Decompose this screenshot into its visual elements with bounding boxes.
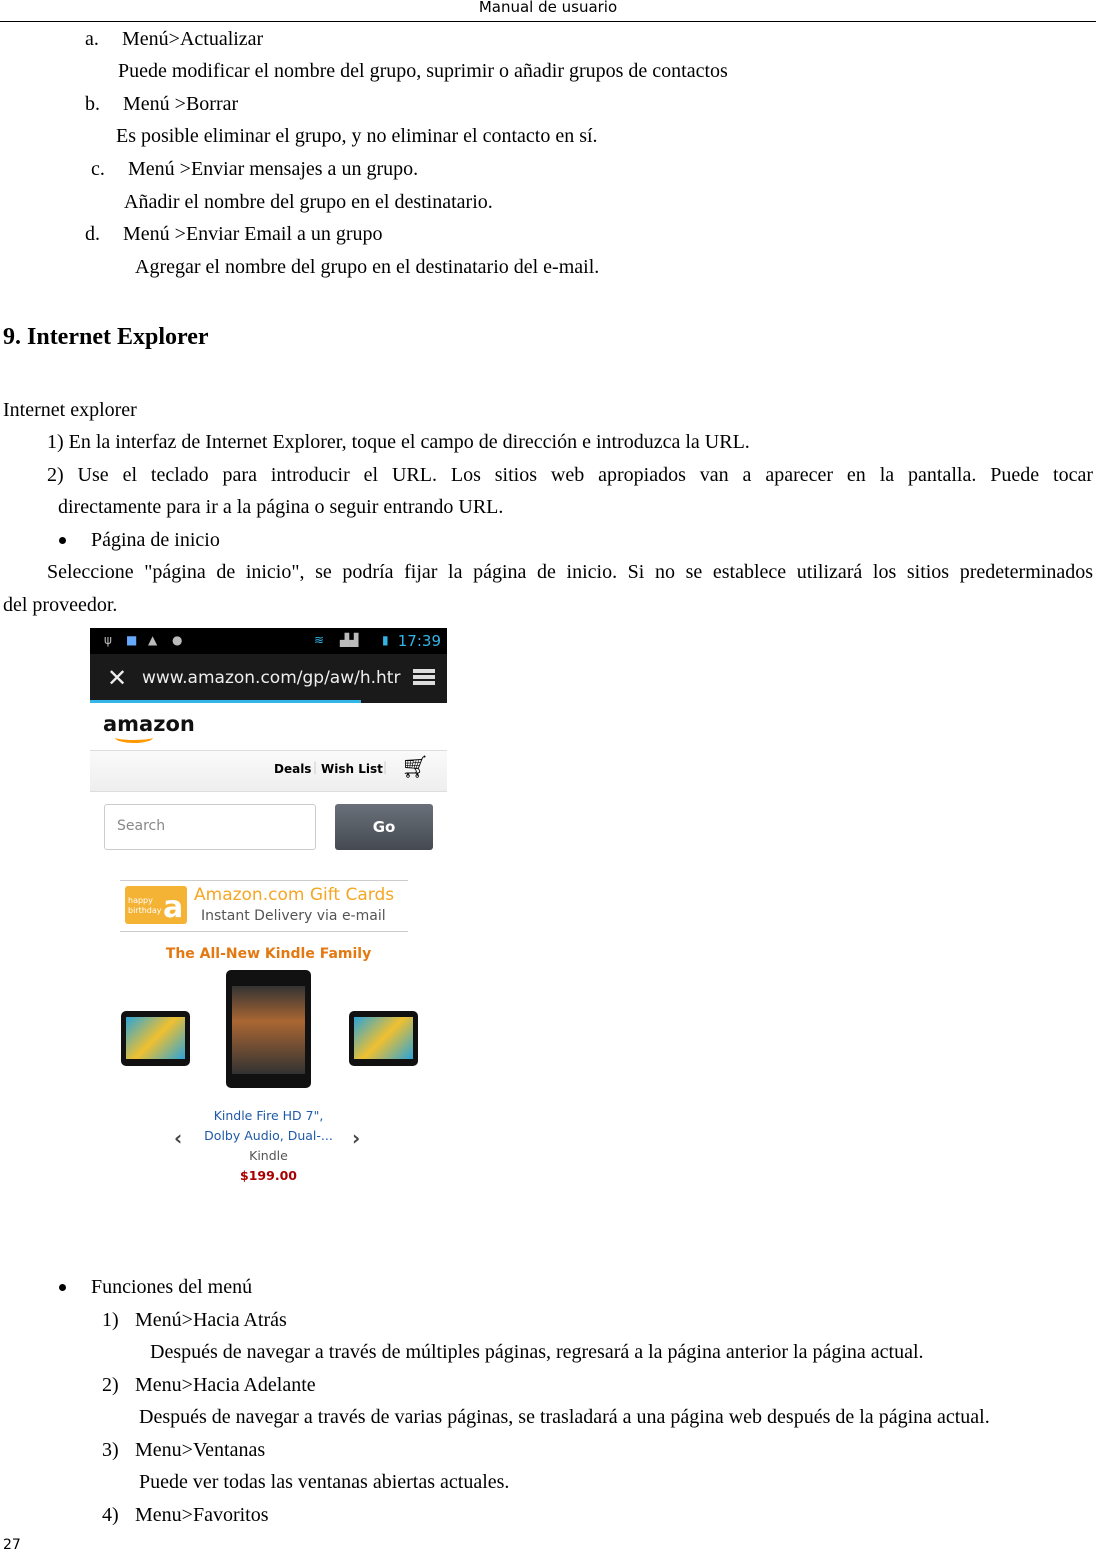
wishlist-link[interactable]: Wish List (321, 762, 383, 776)
android-icon: ● (172, 633, 183, 647)
signal-icon: ▟▟ (340, 633, 359, 647)
url-field[interactable]: www.amazon.com/gp/aw/h.htr (142, 668, 400, 688)
bullet-menu: Funciones del menú (91, 1276, 253, 1298)
kindle-image-right[interactable] (349, 1011, 418, 1066)
menu-desc: Después de navegar a través de varias pá… (139, 1406, 990, 1428)
list-label: c. (91, 158, 105, 180)
menu-desc: Puede ver todas las ventanas abiertas ac… (139, 1471, 510, 1493)
intro-text: Internet explorer (3, 399, 137, 421)
list-title: Menú >Enviar mensajes a un grupo. (128, 158, 419, 180)
list-title: Menú >Enviar Email a un grupo (123, 223, 383, 245)
wifi-icon: ≋ (314, 633, 325, 647)
home-desc-cont: del proveedor. (3, 594, 118, 616)
close-icon[interactable]: ✕ (107, 664, 127, 692)
list-label: d. (85, 223, 100, 245)
gift-subtitle: Instant Delivery via e-mail (201, 908, 386, 924)
bullet-icon (59, 537, 66, 544)
list-desc: Añadir el nombre del grupo en el destina… (124, 191, 493, 213)
kindle-image-left[interactable] (121, 1011, 190, 1066)
gift-card-image: happy birthday a (125, 886, 187, 925)
menu-desc: Después de navegar a través de múltiples… (150, 1341, 924, 1363)
cart-icon[interactable]: 🛒︎ (401, 755, 429, 780)
amazon-smile-icon (115, 732, 153, 743)
list-title: Menú>Actualizar (122, 28, 264, 50)
gift-card-banner[interactable]: happy birthday a Amazon.com Gift Cards In… (120, 880, 408, 932)
header-rule (0, 21, 1096, 22)
bullet-icon (59, 1284, 66, 1291)
page-number: 27 (3, 1537, 21, 1553)
step-2-cont: directamente para ir a la página o segui… (58, 496, 504, 518)
list-desc: Es posible eliminar el grupo, y no elimi… (116, 125, 598, 147)
menu-num: 4) (102, 1504, 119, 1526)
clock: 17:39 (397, 632, 441, 650)
home-desc: Seleccione "página de inicio", se podría… (47, 561, 1093, 583)
address-bar: ✕ www.amazon.com/gp/aw/h.htr (90, 654, 447, 703)
product-title[interactable]: Kindle Fire HD 7", (90, 1108, 447, 1123)
menu-num: 2) (102, 1374, 119, 1396)
nav-bar: Deals | Wish List | 🛒︎ (90, 750, 447, 792)
kindle-image-center[interactable] (226, 970, 311, 1088)
menu-title: Menu>Ventanas (135, 1439, 266, 1461)
kindle-heading: The All-New Kindle Family (165, 946, 372, 962)
deals-link[interactable]: Deals (274, 762, 311, 776)
search-input[interactable]: Search (104, 804, 316, 850)
product-title-cont[interactable]: Dolby Audio, Dual-... (90, 1128, 447, 1143)
menu-icon[interactable] (413, 669, 435, 685)
menu-title: Menu>Favoritos (135, 1504, 269, 1526)
go-button[interactable]: Go (335, 804, 433, 850)
status-bar: ψ ■ ▲ ● ≋ ▟▟ ▮ 17:39 (90, 628, 447, 654)
menu-num: 3) (102, 1439, 119, 1461)
warning-icon: ▲ (148, 633, 158, 647)
load-progress (90, 700, 362, 703)
section-title: 9. Internet Explorer (3, 324, 209, 350)
list-label: b. (85, 93, 100, 115)
usb-icon: ψ (104, 633, 112, 647)
notification-icon: ■ (126, 633, 138, 647)
list-title: Menú >Borrar (123, 93, 239, 115)
product-brand: Kindle (249, 1148, 288, 1163)
list-label: a. (85, 28, 99, 50)
list-desc: Agregar el nombre del grupo en el destin… (135, 256, 600, 278)
browser-screenshot: ψ ■ ▲ ● ≋ ▟▟ ▮ 17:39 ✕ www.amazon.com/gp… (90, 628, 447, 1190)
product-price: $199.00 (240, 1168, 297, 1183)
menu-title: Menú>Hacia Atrás (135, 1309, 287, 1331)
gift-title-b: Gift Cards (309, 885, 395, 905)
step-2: 2) Use el teclado para introducir el URL… (47, 464, 1093, 486)
running-header: Manual de usuario (478, 0, 618, 16)
document-page: Manual de usuario a. Menú>Actualizar Pue… (0, 0, 1096, 1553)
bullet-home: Página de inicio (91, 529, 220, 551)
gift-title: Amazon.com (194, 885, 310, 905)
menu-title: Menu>Hacia Adelante (135, 1374, 316, 1396)
menu-num: 1) (102, 1309, 119, 1331)
step-1: 1) En la interfaz de Internet Explorer, … (47, 431, 750, 453)
list-desc: Puede modificar el nombre del grupo, sup… (118, 60, 728, 82)
battery-icon: ▮ (382, 633, 389, 647)
